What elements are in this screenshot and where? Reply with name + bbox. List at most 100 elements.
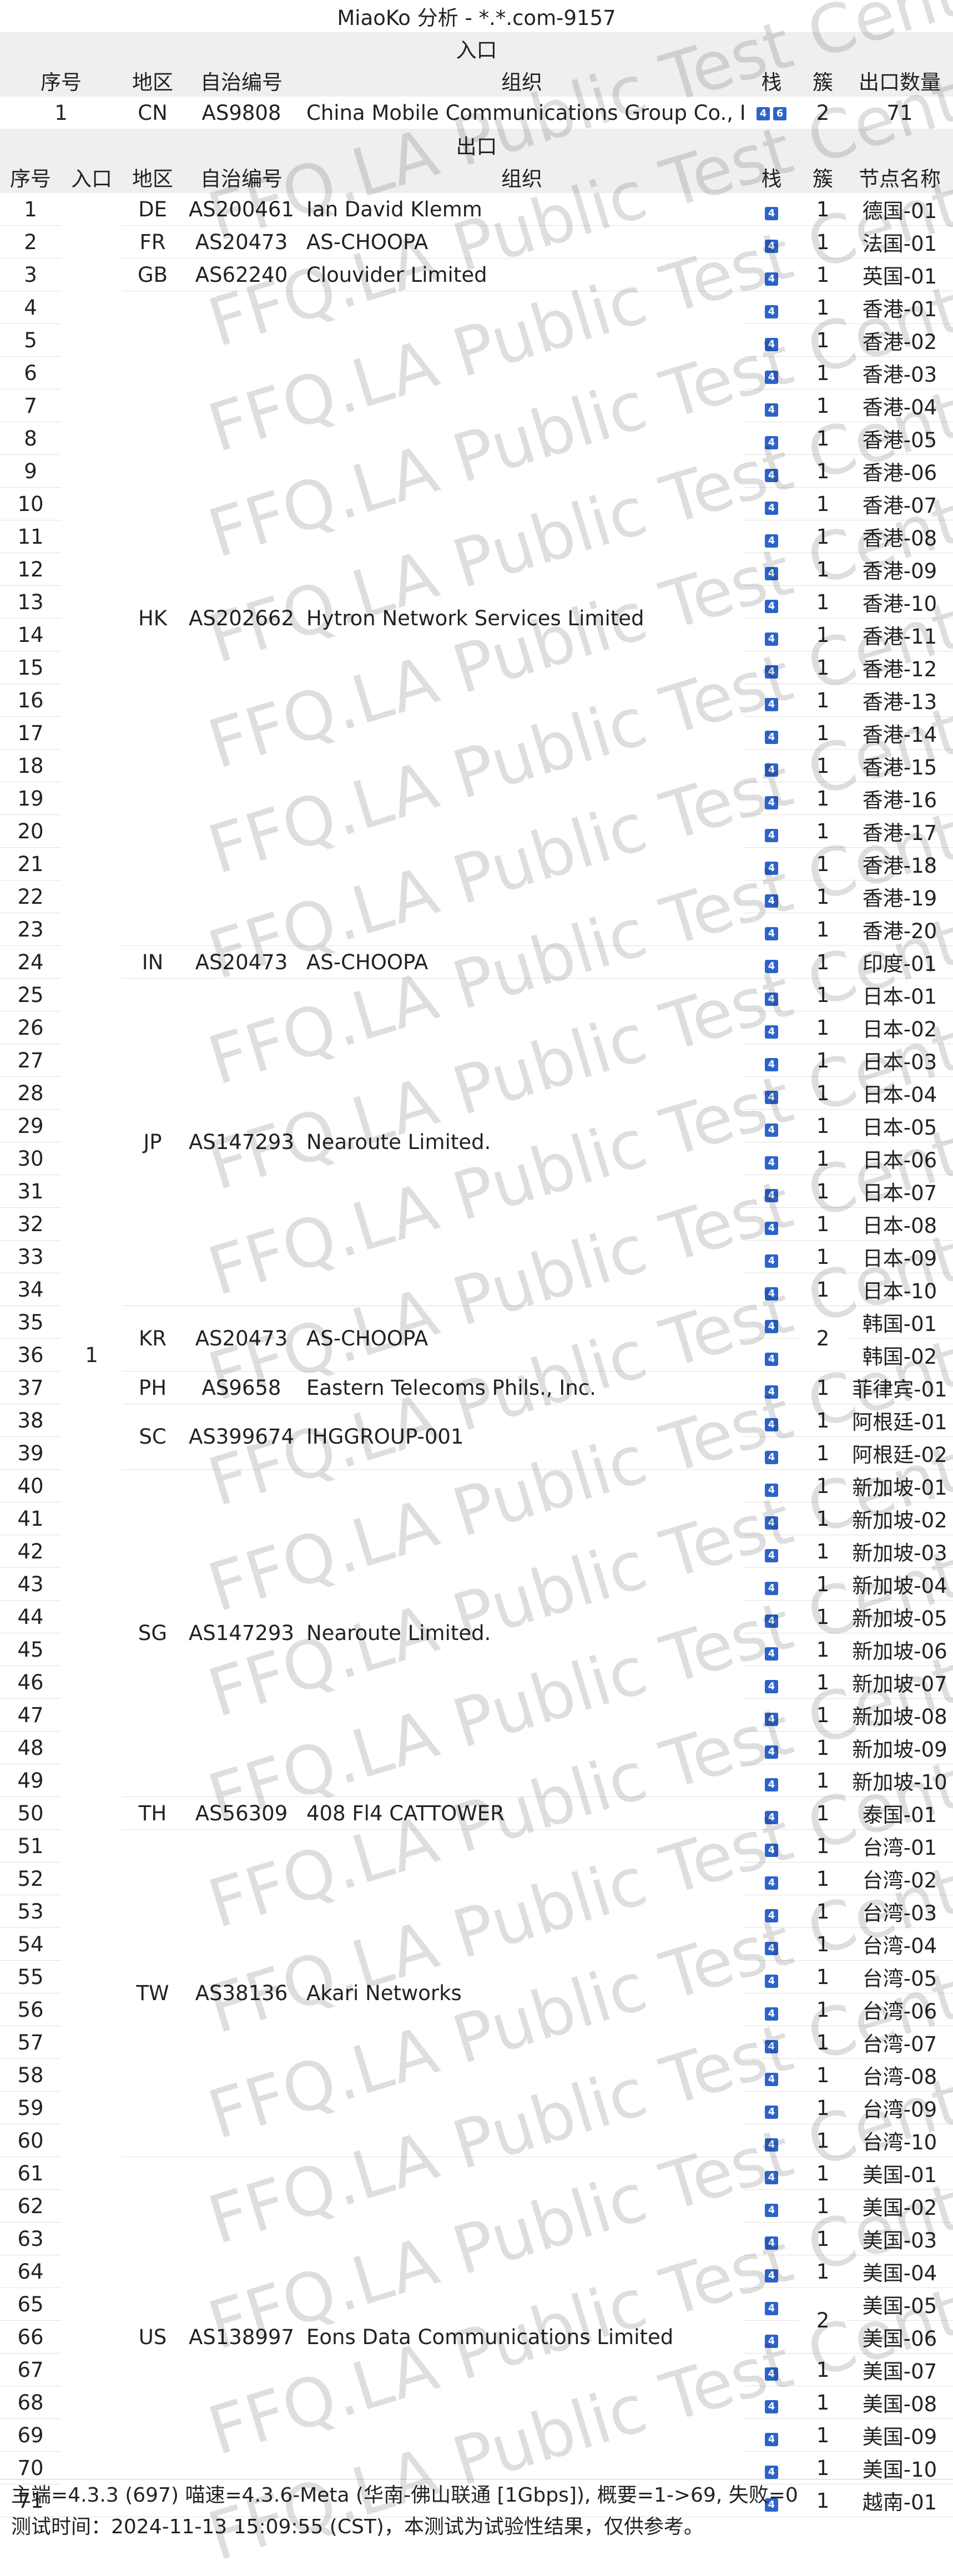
outbound-region: TW [122, 1829, 183, 2157]
outbound-asn: AS147293 [183, 1469, 300, 1797]
outbound-node-name: 新加坡-07 [846, 1666, 953, 1699]
outbound-cluster: 1 [799, 1273, 846, 1306]
outbound-cluster: 1 [799, 2418, 846, 2452]
outbound-node-name: 美国-05 [846, 2287, 953, 2321]
outbound-stack: 4 [744, 847, 799, 880]
outbound-stack: 4 [744, 749, 799, 782]
outbound-header-cell: 序号 [10, 167, 51, 191]
outbound-org: Ian David Klemm [300, 193, 744, 226]
outbound-cluster: 1 [799, 814, 846, 848]
outbound-cluster: 1 [799, 1927, 846, 1961]
outbound-stack: 4 [744, 1567, 799, 1601]
outbound-cluster: 1 [799, 258, 846, 291]
outbound-index: 41 [0, 1502, 61, 1535]
outbound-index: 19 [0, 782, 61, 815]
outbound-index: 17 [0, 716, 61, 750]
outbound-row: 3 GB AS62240 Clouvider Limited 4 1 英国-01 [0, 258, 953, 291]
outbound-cluster: 1 [799, 1469, 846, 1502]
outbound-index: 8 [0, 422, 61, 455]
outbound-org: Eastern Telecoms Phils., Inc. [300, 1371, 744, 1404]
outbound-cluster: 1 [799, 2386, 846, 2419]
outbound-stack: 4 [744, 2058, 799, 2092]
outbound-region: TH [122, 1796, 183, 1830]
outbound-cluster: 1 [799, 1993, 846, 2026]
outbound-cluster: 1 [799, 1404, 846, 1437]
ipv4-badge-icon: 4 [765, 828, 778, 842]
ipv4-badge-icon: 4 [765, 1647, 778, 1661]
outbound-stack: 4 [744, 520, 799, 553]
outbound-node-name: 香港-07 [846, 487, 953, 520]
outbound-stack: 4 [744, 1273, 799, 1306]
outbound-cluster: 1 [799, 585, 846, 619]
outbound-cluster: 1 [799, 2058, 846, 2092]
outbound-entry: 1 [61, 193, 122, 2517]
outbound-header-cell: 地区 [132, 167, 173, 191]
outbound-index: 60 [0, 2124, 61, 2157]
outbound-stack: 4 [744, 651, 799, 684]
outbound-org: AS-CHOOPA [300, 1305, 744, 1371]
outbound-index: 21 [0, 847, 61, 880]
outbound-node-name: 韩国-01 [846, 1305, 953, 1339]
outbound-node-name: 新加坡-09 [846, 1731, 953, 1764]
outbound-stack: 4 [744, 1502, 799, 1535]
outbound-node-name: 法国-01 [846, 225, 953, 259]
inbound-stack: 46 [744, 97, 799, 129]
outbound-cluster: 1 [799, 1240, 846, 1273]
outbound-cluster: 1 [799, 1567, 846, 1601]
outbound-region: PH [122, 1371, 183, 1404]
outbound-org: AS-CHOOPA [300, 945, 744, 979]
outbound-asn: AS20473 [183, 945, 300, 979]
outbound-cluster: 1 [799, 1829, 846, 1863]
outbound-index: 44 [0, 1600, 61, 1633]
inbound-index: 1 [0, 97, 122, 129]
outbound-node-name: 德国-01 [846, 193, 953, 226]
outbound-stack: 4 [744, 258, 799, 291]
outbound-stack: 4 [744, 1109, 799, 1142]
outbound-index: 4 [0, 291, 61, 324]
outbound-cluster: 1 [799, 487, 846, 520]
outbound-row: 37 PH AS9658 Eastern Telecoms Phils., Inc. 4… [0, 1371, 953, 1404]
outbound-index: 63 [0, 2222, 61, 2255]
outbound-stack: 4 [744, 1535, 799, 1568]
outbound-node-name: 日本-05 [846, 1109, 953, 1142]
inbound-region: CN [122, 97, 183, 129]
outbound-cluster: 1 [799, 291, 846, 324]
outbound-index: 62 [0, 2189, 61, 2223]
outbound-node-name: 香港-14 [846, 716, 953, 750]
ipv4-badge-icon: 4 [765, 566, 778, 580]
outbound-org: Akari Networks [300, 1829, 744, 2157]
outbound-index: 47 [0, 1698, 61, 1732]
outbound-node-name: 香港-13 [846, 684, 953, 717]
outbound-node-name: 新加坡-02 [846, 1502, 953, 1535]
outbound-org: Clouvider Limited [300, 258, 744, 291]
outbound-index: 3 [0, 258, 61, 291]
outbound-stack: 4 [744, 2222, 799, 2255]
outbound-stack: 4 [744, 880, 799, 913]
outbound-node-name: 新加坡-08 [846, 1698, 953, 1732]
outbound-node-name: 香港-20 [846, 913, 953, 946]
outbound-stack: 4 [744, 1305, 799, 1339]
outbound-node-name: 印度-01 [846, 945, 953, 979]
outbound-section-label: 出口 [0, 129, 953, 161]
outbound-index: 16 [0, 684, 61, 717]
outbound-index: 1 [0, 193, 61, 226]
ipv4-badge-icon: 4 [757, 107, 770, 120]
ipv4-badge-icon: 4 [765, 370, 778, 384]
page-title: MiaoKo 分析 - *.*.com-9157 [0, 0, 953, 32]
inbound-exit-count: 71 [846, 97, 953, 129]
outbound-node-name: 香港-15 [846, 749, 953, 782]
outbound-header-cell: 入口 [71, 167, 112, 191]
outbound-stack: 4 [744, 553, 799, 586]
outbound-index: 49 [0, 1764, 61, 1797]
outbound-node-name: 菲律宾-01 [846, 1371, 953, 1404]
ipv4-badge-icon: 4 [765, 2400, 778, 2413]
ipv4-badge-icon: 4 [765, 927, 778, 940]
outbound-node-name: 台湾-05 [846, 1960, 953, 1993]
outbound-index: 14 [0, 618, 61, 651]
outbound-org: Nearoute Limited. [300, 978, 744, 1306]
outbound-stack: 4 [744, 2287, 799, 2321]
outbound-region: SG [122, 1469, 183, 1797]
outbound-index: 34 [0, 1273, 61, 1306]
outbound-cluster: 1 [799, 847, 846, 880]
outbound-row: 50 TH AS56309 408 Fl4 CATTOWER 4 1 泰国-01 [0, 1796, 953, 1830]
